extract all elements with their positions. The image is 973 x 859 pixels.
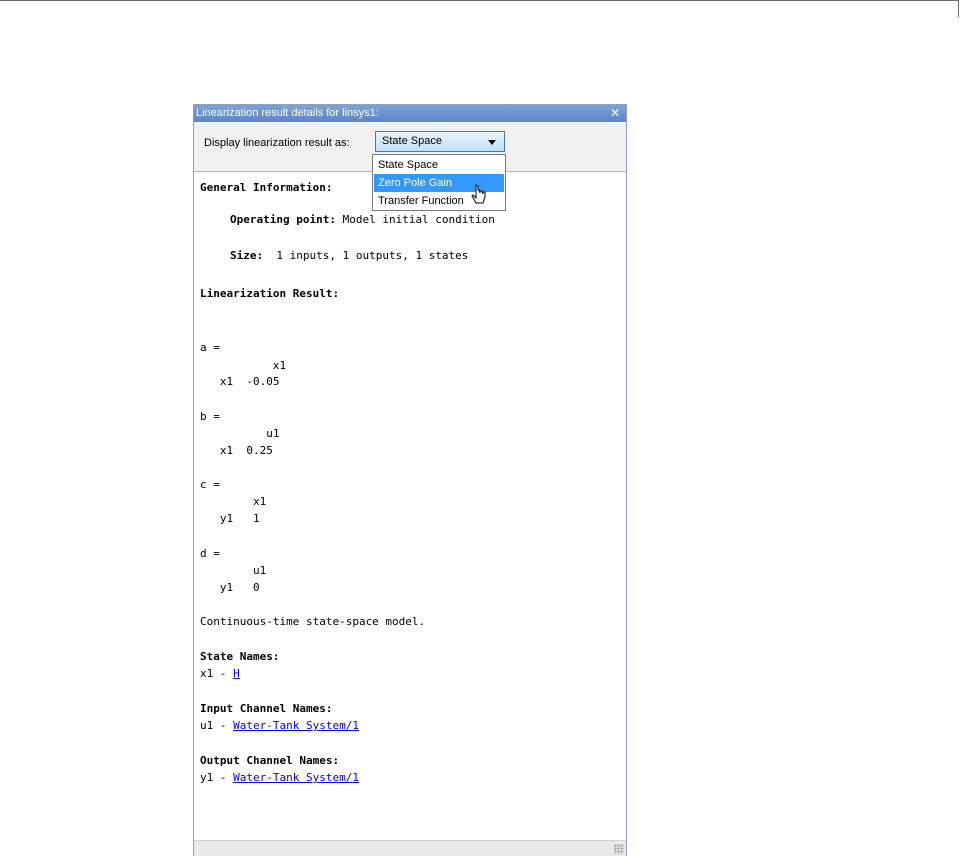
general-info-heading: General Information: <box>200 181 333 194</box>
close-icon[interactable]: ✕ <box>609 105 621 122</box>
matrix-a-columns: x1 <box>200 359 287 372</box>
matrix-b-header: b = <box>200 410 220 423</box>
input-name-row: u1 - Water-Tank System/1 <box>200 719 359 732</box>
size-value: 1 inputs, 1 outputs, 1 states <box>263 249 469 262</box>
matrix-b-columns: u1 <box>200 427 280 440</box>
input-names-heading: Input Channel Names: <box>200 702 333 715</box>
output-name-row: y1 - Water-Tank System/1 <box>200 771 359 784</box>
input-name-prefix: u1 - <box>200 719 234 732</box>
operating-point-label: Operating point: <box>230 213 336 226</box>
output-name-prefix: y1 - <box>200 771 234 784</box>
resize-grip-icon[interactable] <box>614 844 624 854</box>
state-name-link[interactable]: H <box>233 667 240 680</box>
matrix-b-row: x1 0.25 <box>200 444 273 457</box>
matrix-c-columns: x1 <box>200 495 267 508</box>
size-line: Size: 1 inputs, 1 outputs, 1 states <box>230 249 468 262</box>
matrix-d-header: d = <box>200 547 220 560</box>
operating-point-line: Operating point: Model initial condition <box>230 213 495 226</box>
combobox-value: State Space <box>382 135 442 147</box>
dropdown-option-state-space[interactable]: State Space <box>374 156 504 174</box>
state-name-row: x1 - H <box>200 667 240 680</box>
output-names-heading: Output Channel Names: <box>200 754 340 767</box>
display-format-combobox[interactable]: State Space <box>375 131 505 152</box>
chevron-down-icon[interactable] <box>488 140 496 145</box>
matrix-d-columns: u1 <box>200 564 267 577</box>
page-corner-mark <box>958 0 959 17</box>
state-names-heading: State Names: <box>200 650 280 663</box>
operating-point-value: Model initial condition <box>335 213 495 226</box>
panel-title: Linearization result details for linsys1… <box>196 107 379 119</box>
model-type-text: Continuous-time state-space model. <box>200 615 426 628</box>
result-text-area: General Information: Operating point: Mo… <box>197 174 623 840</box>
display-as-label: Display linearization result as: <box>204 137 350 149</box>
mouse-pointer-icon <box>471 184 486 204</box>
state-name-prefix: x1 - <box>200 667 234 680</box>
size-label: Size: <box>230 249 264 262</box>
matrix-c-header: c = <box>200 478 220 491</box>
matrix-c-row: y1 1 <box>200 512 260 525</box>
status-bar <box>194 840 626 856</box>
linearization-result-panel: Linearization result details for linsys1… <box>193 104 627 856</box>
linearization-heading: Linearization Result: <box>200 287 340 300</box>
matrix-d-row: y1 0 <box>200 581 260 594</box>
panel-titlebar: Linearization result details for linsys1… <box>194 105 626 122</box>
matrix-a-header: a = <box>200 341 220 354</box>
matrix-a-row: x1 -0.05 <box>200 375 280 388</box>
page-top-rule <box>0 0 958 1</box>
output-channel-link[interactable]: Water-Tank System/1 <box>233 771 359 784</box>
input-channel-link[interactable]: Water-Tank System/1 <box>233 719 359 732</box>
